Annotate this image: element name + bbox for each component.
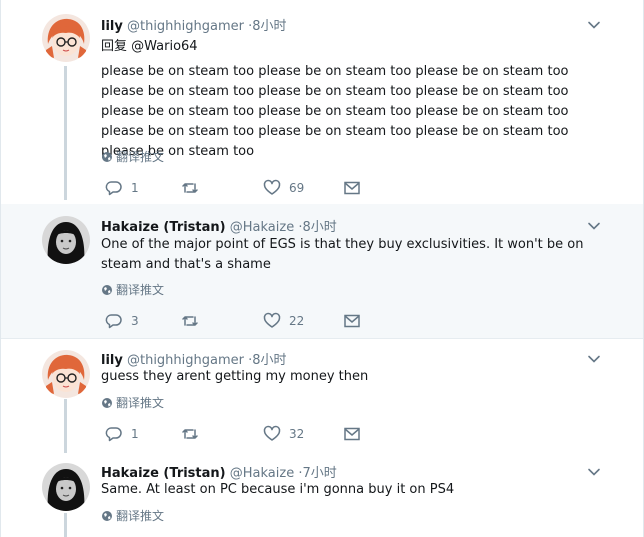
like-button[interactable]: 22 [263, 311, 304, 331]
dm-button[interactable] [343, 311, 361, 331]
display-name[interactable]: lily [101, 353, 123, 368]
tweet[interactable]: lily @thighhighgamer ·8小时 guess they are… [1, 339, 643, 451]
dm-button[interactable] [343, 178, 361, 198]
tweet[interactable]: Hakaize (Tristan) @Hakaize ·7小时 Same. At… [1, 451, 643, 537]
retweet-button[interactable] [181, 178, 207, 198]
retweet-icon [182, 183, 198, 193]
globe-icon [101, 284, 113, 296]
like-button[interactable]: 69 [263, 178, 304, 198]
globe-icon [101, 151, 113, 163]
envelope-icon [344, 314, 360, 328]
reply-icon [105, 314, 122, 329]
chevron-down-icon[interactable] [587, 18, 601, 32]
tweet-header: Hakaize (Tristan) @Hakaize ·7小时 [101, 462, 337, 481]
reply-count: 3 [131, 314, 139, 328]
chevron-down-icon[interactable] [587, 352, 601, 366]
like-count: 32 [289, 427, 305, 441]
globe-icon [101, 397, 113, 409]
translate-link[interactable]: 翻译推文 [101, 282, 164, 298]
avatar[interactable] [42, 350, 90, 398]
translate-link[interactable]: 翻译推文 [101, 508, 164, 524]
retweet-button[interactable] [181, 311, 207, 331]
avatar[interactable] [42, 463, 90, 511]
tweet-header: lily @thighhighgamer ·8小时 [101, 15, 287, 34]
translate-label: 翻译推文 [116, 396, 165, 410]
user-handle[interactable]: @thighhighgamer [127, 19, 244, 34]
like-count: 69 [289, 181, 305, 195]
translate-link[interactable]: 翻译推文 [101, 149, 164, 165]
display-name[interactable]: Hakaize (Tristan) [101, 466, 226, 481]
tweet-header: Hakaize (Tristan) @Hakaize ·8小时 [101, 216, 337, 235]
translate-label: 翻译推文 [116, 283, 165, 297]
reply-icon [105, 181, 122, 196]
avatar[interactable] [42, 14, 90, 62]
heart-icon [263, 179, 281, 195]
like-count: 22 [289, 314, 305, 328]
translate-label: 翻译推文 [116, 509, 165, 523]
retweet-icon [182, 316, 198, 326]
conversation-thread: lily @thighhighgamer ·8小时 回复 @Wario64 pl… [0, 0, 644, 537]
retweet-icon [182, 429, 198, 439]
reply-button[interactable]: 1 [105, 178, 139, 198]
user-handle[interactable]: @Hakaize [230, 466, 294, 481]
reply-button[interactable]: 3 [105, 311, 139, 331]
tweet-text: One of the major point of EGS is that th… [101, 237, 584, 272]
reply-context[interactable]: 回复 @Wario64 [101, 37, 601, 57]
user-handle[interactable]: @Hakaize [230, 220, 294, 235]
translate-label: 翻译推文 [116, 150, 165, 164]
reply-button[interactable]: 1 [105, 424, 139, 444]
chevron-down-icon[interactable] [587, 465, 601, 479]
globe-icon [101, 510, 113, 522]
timestamp[interactable]: 8小时 [252, 353, 286, 368]
user-handle[interactable]: @thighhighgamer [127, 353, 244, 368]
envelope-icon [344, 427, 360, 441]
tweet[interactable]: lily @thighhighgamer ·8小时 回复 @Wario64 pl… [1, 0, 643, 204]
translate-link[interactable]: 翻译推文 [101, 395, 164, 411]
timestamp[interactable]: 8小时 [252, 19, 286, 34]
like-button[interactable]: 32 [263, 424, 304, 444]
tweet-text: please be on steam too please be on stea… [101, 64, 569, 159]
heart-icon [263, 312, 281, 328]
avatar[interactable] [42, 216, 90, 264]
chevron-down-icon[interactable] [587, 219, 601, 233]
tweet[interactable]: Hakaize (Tristan) @Hakaize ·8小时 One of t… [1, 204, 643, 338]
reply-count: 1 [131, 181, 139, 195]
timestamp[interactable]: 7小时 [302, 466, 336, 481]
display-name[interactable]: Hakaize (Tristan) [101, 220, 226, 235]
display-name[interactable]: lily [101, 19, 123, 34]
reply-icon [105, 427, 122, 442]
envelope-icon [344, 181, 360, 195]
heart-icon [263, 425, 281, 441]
tweet-header: lily @thighhighgamer ·8小时 [101, 349, 287, 368]
tweet-text: Same. At least on PC because i'm gonna b… [101, 482, 455, 497]
retweet-button[interactable] [181, 424, 207, 444]
dm-button[interactable] [343, 424, 361, 444]
tweet-text: guess they arent getting my money then [101, 369, 369, 384]
reply-count: 1 [131, 427, 139, 441]
timestamp[interactable]: 8小时 [302, 220, 336, 235]
